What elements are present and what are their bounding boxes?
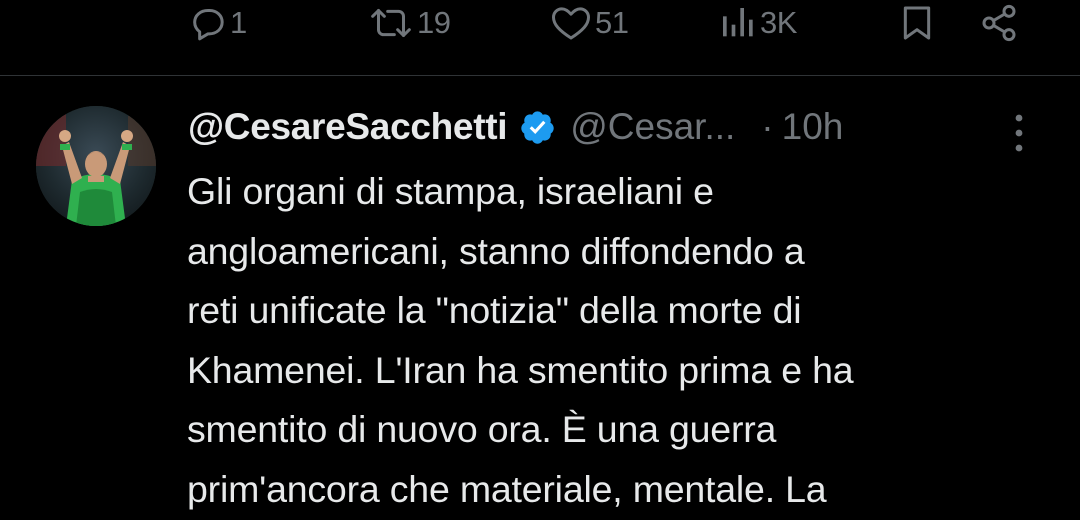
more-options-button[interactable]: [1008, 113, 1030, 153]
timestamp[interactable]: 10h: [782, 106, 844, 148]
views-button[interactable]: 3K: [718, 0, 797, 46]
tweet-header: @CesareSacchetti @Cesar... · 10h: [188, 101, 1068, 153]
reply-count: 1: [230, 5, 247, 40]
share-button[interactable]: [976, 0, 1022, 46]
tweet-text-line: Gli organi di stampa, israeliani e: [187, 170, 714, 212]
tweet-text: Gli organi di stampa, israeliani e anglo…: [187, 162, 1067, 520]
more-vertical-icon: [1008, 114, 1030, 157]
share-icon: [976, 3, 1022, 43]
retweet-icon: [367, 3, 415, 43]
handle[interactable]: @Cesar...: [570, 106, 735, 148]
avatar[interactable]: [36, 106, 156, 226]
heart-icon: [549, 3, 593, 43]
views-icon: [718, 3, 758, 43]
bookmark-button[interactable]: [897, 0, 937, 46]
display-name[interactable]: @CesareSacchetti: [188, 106, 508, 148]
reply-button[interactable]: 1: [188, 0, 247, 46]
header-separator: ·: [761, 106, 774, 147]
tweet-text-line: angloamericani, stanno diffondendo a: [187, 229, 805, 272]
verified-badge-icon[interactable]: [519, 109, 556, 146]
tweet-text-line: reti unificate la "notizia" della morte …: [187, 289, 802, 332]
retweet-button[interactable]: 19: [367, 0, 451, 46]
views-count: 3K: [760, 5, 797, 40]
previous-tweet-action-bar: 1 19 51 3K: [0, 0, 1080, 46]
retweet-count: 19: [417, 5, 451, 40]
tweet-divider: [0, 75, 1080, 76]
tweet-text-line: smentito di nuovo ora. È una guerra: [187, 408, 777, 451]
like-count: 51: [595, 5, 629, 40]
reply-icon: [188, 3, 228, 43]
like-button[interactable]: 51: [549, 0, 629, 46]
bookmark-icon: [897, 3, 937, 43]
tweet-text-line: Khamenei. L'Iran ha smentito prima e ha: [187, 348, 854, 391]
